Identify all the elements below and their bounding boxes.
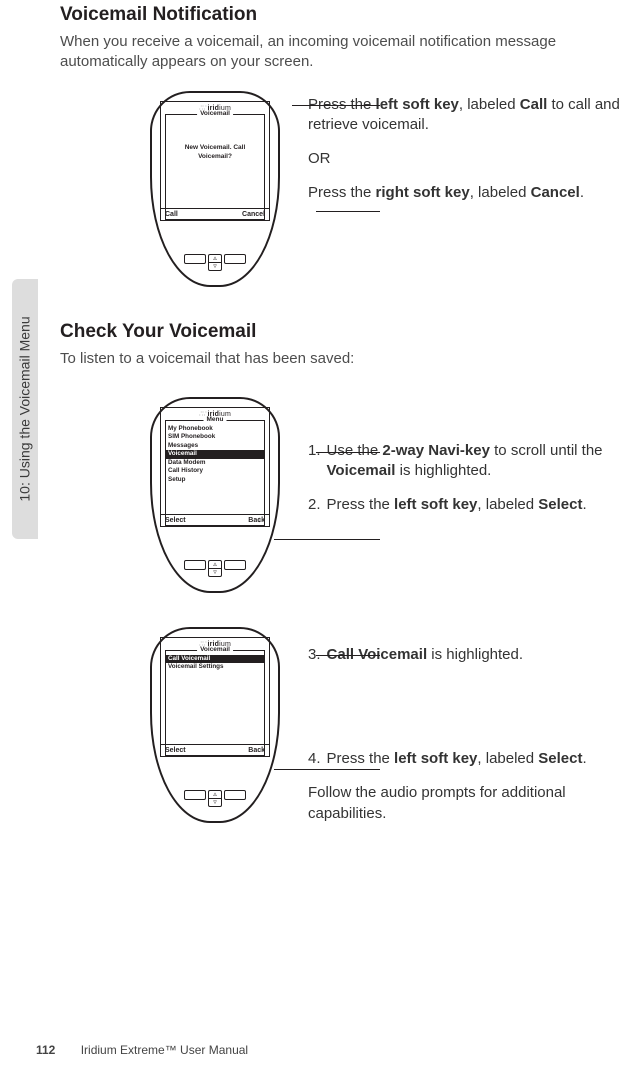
softkey-left-label: Select xyxy=(165,517,186,524)
chapter-tab-label: 10: Using the Voicemail Menu xyxy=(17,316,33,501)
softkey-right-label: Cancel xyxy=(242,211,265,218)
screen-title: Voicemail xyxy=(197,646,233,653)
softkey-right-label: Back xyxy=(248,747,265,754)
instruction-cancel: Press the right soft key, labeled Cancel… xyxy=(308,183,638,203)
left-soft-key[interactable] xyxy=(184,254,206,264)
phone-illustration-notification: ∴∵iridium Voicemail New Voicemail. Call … xyxy=(150,91,280,287)
voicemail-prompt: New Voicemail. Call Voicemail? xyxy=(166,143,264,161)
nav-down-icon: ▿ xyxy=(209,798,221,806)
menu-item: Setup xyxy=(166,476,264,485)
menu-item: Call History xyxy=(166,467,264,476)
menu-list: My PhonebookSIM PhonebookMessagesVoicema… xyxy=(166,425,264,485)
left-soft-key[interactable] xyxy=(184,790,206,800)
step-4: 4. Press the left soft key, labeled Sele… xyxy=(308,749,638,769)
menu-list: Call VoicemailVoicemail Settings xyxy=(166,655,264,672)
menu-item: Voicemail Settings xyxy=(166,663,264,672)
menu-item: My Phonebook xyxy=(166,425,264,434)
chapter-tab: 10: Using the Voicemail Menu xyxy=(12,279,38,539)
page-footer: 112 Iridium Extreme™ User Manual xyxy=(36,1043,248,1057)
page-number: 112 xyxy=(36,1043,55,1057)
nav-up-icon: ▵ xyxy=(209,791,221,798)
nav-up-icon: ▵ xyxy=(209,255,221,262)
nav-down-icon: ▿ xyxy=(209,568,221,576)
menu-item: Call Voicemail xyxy=(166,655,264,664)
nav-up-icon: ▵ xyxy=(209,561,221,568)
right-soft-key[interactable] xyxy=(224,790,246,800)
screen-title: Voicemail xyxy=(197,110,233,117)
instruction-call: Press the left soft key, labeled Call to… xyxy=(308,95,638,136)
left-soft-key[interactable] xyxy=(184,560,206,570)
menu-item: Voicemail xyxy=(166,450,264,459)
menu-item: Messages xyxy=(166,442,264,451)
right-soft-key[interactable] xyxy=(224,254,246,264)
intro-voicemail-notification: When you receive a voicemail, an incomin… xyxy=(60,32,638,73)
phone-illustration-menu: ∴∵iridium Menu My PhonebookSIM Phonebook… xyxy=(150,397,280,593)
intro-check-voicemail: To listen to a voicemail that has been s… xyxy=(60,349,638,369)
right-soft-key[interactable] xyxy=(224,560,246,570)
menu-item: Data Modem xyxy=(166,459,264,468)
heading-check-voicemail: Check Your Voicemail xyxy=(60,321,638,343)
book-title: Iridium Extreme™ User Manual xyxy=(81,1043,248,1057)
softkey-left-label: Call xyxy=(165,211,178,218)
softkey-right-label: Back xyxy=(248,517,265,524)
navi-key[interactable]: ▵ ▿ xyxy=(208,254,222,271)
navi-key[interactable]: ▵ ▿ xyxy=(208,560,222,577)
nav-down-icon: ▿ xyxy=(209,262,221,270)
screen-title: Menu xyxy=(204,416,227,423)
followup-note: Follow the audio prompts for additional … xyxy=(308,783,638,824)
softkey-left-label: Select xyxy=(165,747,186,754)
phone-illustration-voicemail-menu: ∴∵iridium Voicemail Call VoicemailVoicem… xyxy=(150,627,280,823)
heading-voicemail-notification: Voicemail Notification xyxy=(60,4,638,26)
menu-item: SIM Phonebook xyxy=(166,433,264,442)
instruction-or: OR xyxy=(308,149,638,169)
step-1: 1. Use the 2-way Navi-key to scroll unti… xyxy=(308,441,638,482)
navi-key[interactable]: ▵ ▿ xyxy=(208,790,222,807)
step-2: 2. Press the left soft key, labeled Sele… xyxy=(308,495,638,515)
